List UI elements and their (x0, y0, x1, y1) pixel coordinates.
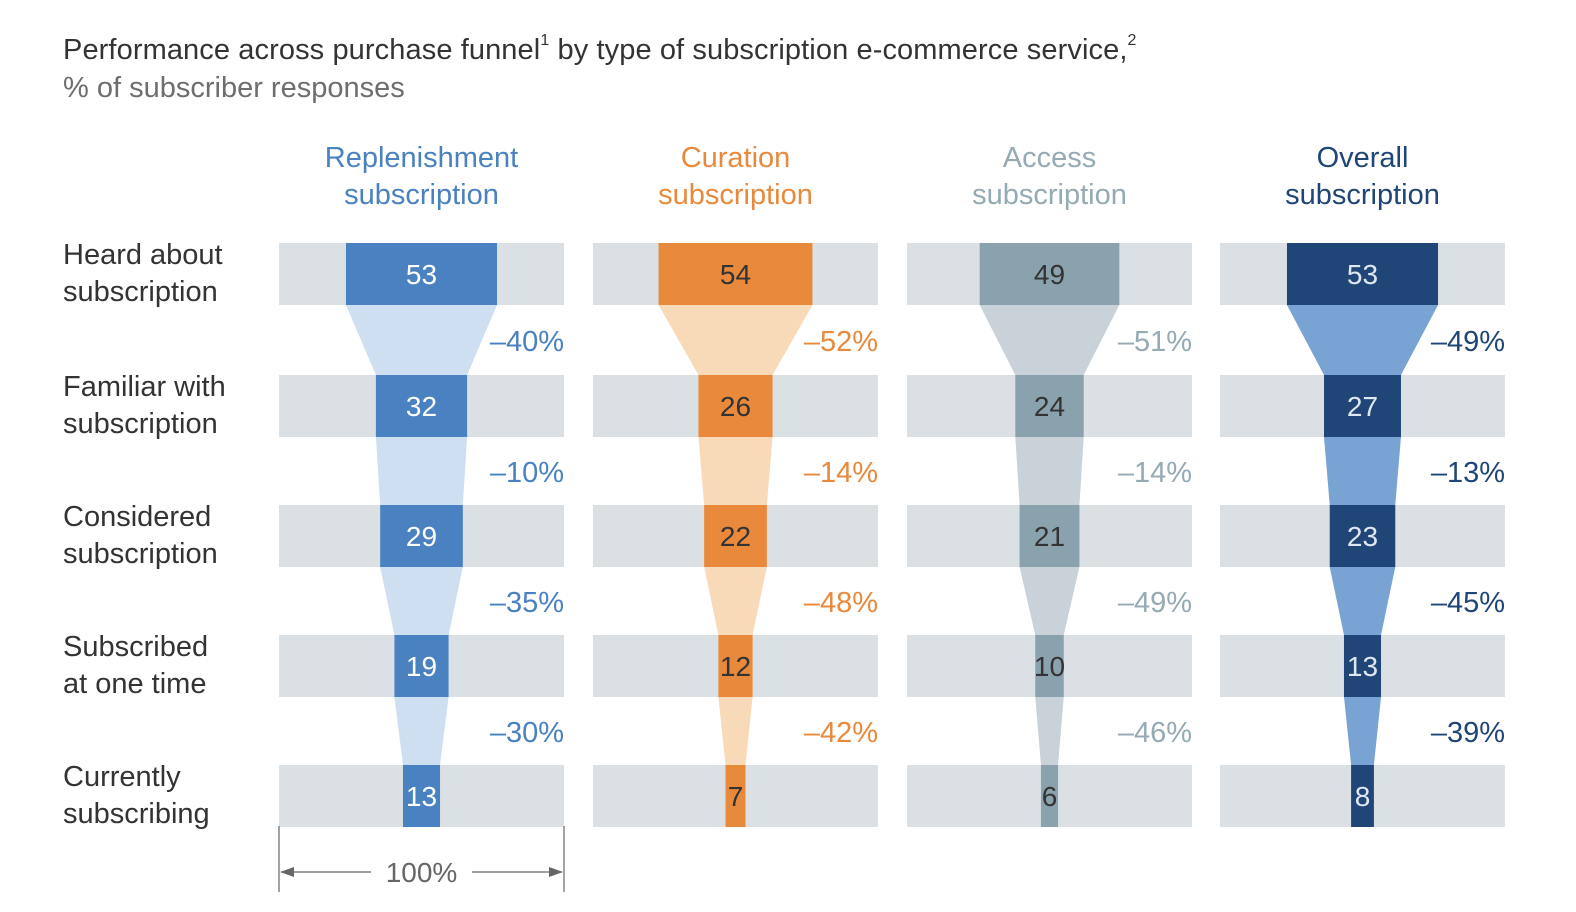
value-label: 53 (406, 259, 437, 290)
drop-label: –51% (1118, 326, 1192, 358)
value-label: 24 (1034, 391, 1065, 422)
funnel-connector (704, 567, 767, 635)
drop-label: –10% (490, 457, 564, 489)
funnel-connector (1035, 697, 1064, 765)
drop-label: –14% (1118, 457, 1192, 489)
series-header: Curation subscription (658, 142, 813, 211)
drop-label: –49% (1431, 326, 1505, 358)
value-label: 27 (1347, 391, 1378, 422)
funnel-connector (658, 305, 813, 375)
funnel-connector (1329, 567, 1396, 635)
value-label: 13 (406, 781, 437, 812)
value-label: 29 (406, 521, 437, 552)
value-label: 22 (720, 521, 751, 552)
series-header: Replenishment subscription (325, 142, 518, 211)
drop-label: –13% (1431, 457, 1505, 489)
value-label: 12 (720, 651, 751, 682)
value-label: 6 (1042, 781, 1058, 812)
stage-label: Heard about subscription (63, 239, 223, 308)
value-label: 8 (1355, 781, 1371, 812)
funnel-connector (1019, 567, 1080, 635)
value-label: 10 (1034, 651, 1065, 682)
value-label: 23 (1347, 521, 1378, 552)
value-label: 32 (406, 391, 437, 422)
value-label: 53 (1347, 259, 1378, 290)
drop-label: –40% (490, 326, 564, 358)
funnel-connector (1015, 437, 1084, 505)
scale-label: 100% (386, 857, 458, 888)
funnel-connector (1324, 437, 1401, 505)
series-header: Overall subscription (1285, 142, 1440, 211)
funnel-connector (698, 437, 773, 505)
value-label: 26 (720, 391, 751, 422)
funnel-connector (979, 305, 1120, 375)
stage-label: Subscribed at one time (63, 631, 208, 700)
funnel-chart: Heard about subscription Familiar with subs… (63, 142, 1505, 892)
drop-label: –42% (804, 717, 878, 749)
drop-label: –48% (804, 587, 878, 619)
stage-label: Familiar with subscription (63, 371, 226, 440)
funnel-connector (380, 567, 463, 635)
value-label: 7 (728, 781, 744, 812)
value-label: 49 (1034, 259, 1065, 290)
stage-label: Currently subscribing (63, 761, 210, 830)
drop-label: –14% (804, 457, 878, 489)
drop-label: –49% (1118, 587, 1192, 619)
drop-label: –46% (1118, 717, 1192, 749)
value-label: 13 (1347, 651, 1378, 682)
value-label: 21 (1034, 521, 1065, 552)
drop-label: –30% (490, 717, 564, 749)
funnel-connector (1343, 697, 1382, 765)
arrow-right-icon (549, 867, 563, 877)
drop-label: –39% (1431, 717, 1505, 749)
drop-label: –45% (1431, 587, 1505, 619)
funnel-connector (394, 697, 449, 765)
funnel-connector (375, 437, 468, 505)
value-label: 54 (720, 259, 751, 290)
drop-label: –52% (804, 326, 878, 358)
arrow-left-icon (280, 867, 294, 877)
funnel-connector (345, 305, 498, 375)
funnel-connector (718, 697, 753, 765)
stage-label: Considered subscription (63, 501, 218, 570)
series-header: Access subscription (972, 142, 1127, 211)
value-label: 19 (406, 651, 437, 682)
drop-label: –35% (490, 587, 564, 619)
funnel-connector (1286, 305, 1439, 375)
